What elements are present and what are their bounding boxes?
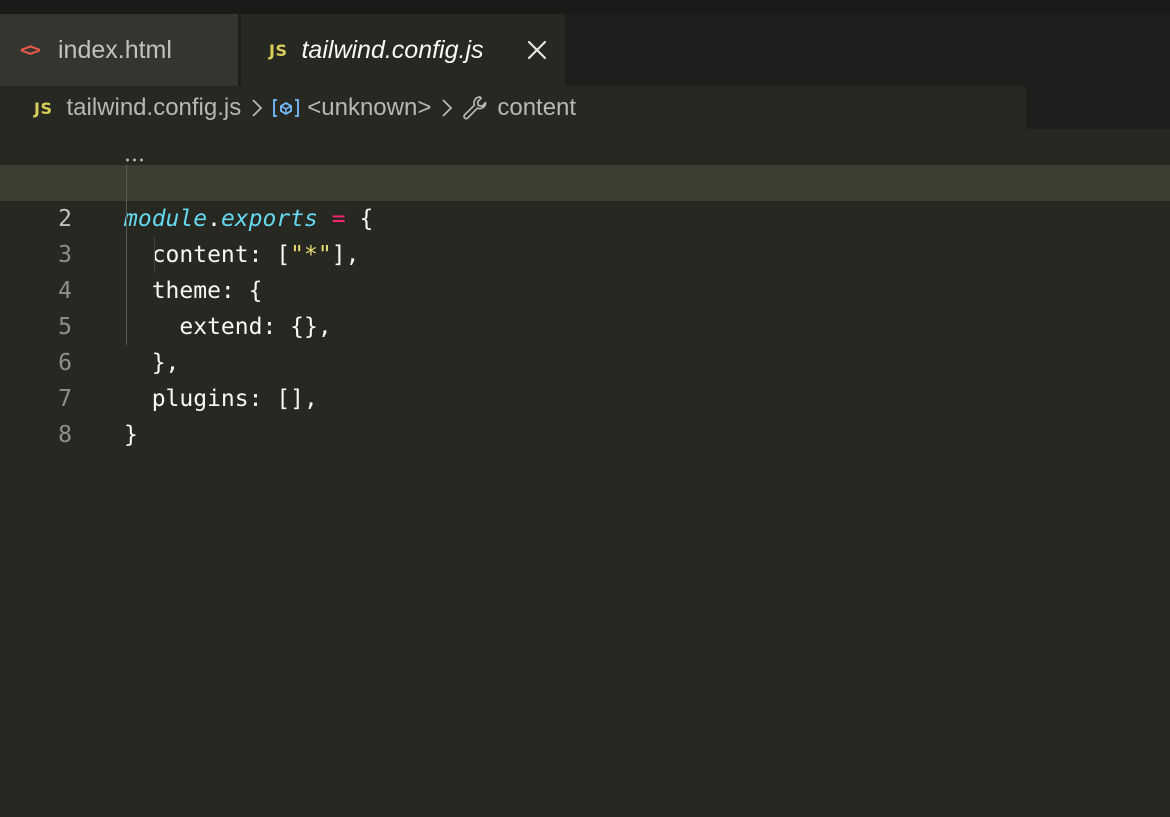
breadcrumb-property-label: content [497,94,577,121]
breadcrumb: JS tailwind.config.js <unknown> content [0,86,1026,130]
tab-tailwind-config[interactable]: JS tailwind.config.js [241,14,565,86]
js-file-icon: JS [269,40,288,60]
tab-index-html[interactable]: <> index.html [0,14,238,86]
code-line-6: 6 plugins: [], [0,309,1170,412]
editor-window: <> index.html JS tailwind.config.js JS t… [0,0,1170,817]
symbol-variable-icon [271,97,301,119]
code-line-1: 1 module.exports = { [0,129,1170,232]
code-line-5: 5 }, [0,273,1170,376]
tab-label: tailwind.config.js [301,35,484,64]
line-number: 8 [58,422,72,448]
title-strip [0,0,1170,14]
breadcrumb-symbol[interactable]: <unknown> [271,94,431,122]
close-icon [527,40,547,60]
tab-bar: <> index.html JS tailwind.config.js [0,0,1170,86]
suggestion-dots [124,158,146,162]
breadcrumb-symbol-label: <unknown> [307,94,432,121]
code-line-2: 2 content: ["*"], [0,165,1170,268]
chevron-right-icon [441,97,453,119]
code-line-3: 3 theme: { [0,201,1170,304]
code-line-4: 4 extend: {}, [0,237,1170,340]
indent-guide [154,237,155,273]
indent-guide [126,165,127,345]
line-code: } [124,422,138,448]
close-tab-button[interactable] [523,36,551,64]
tab-label: index.html [58,35,172,64]
html-file-icon: <> [20,39,41,61]
code-line-8: 8 [0,381,1170,448]
breadcrumb-file-label: tailwind.config.js [66,94,242,121]
code-editor[interactable]: 1 module.exports = { 2 content: ["*"], 3… [0,129,1170,817]
code-line-7: 7 } [0,345,1170,448]
breadcrumb-edge [1026,86,1170,129]
chevron-right-icon [251,97,263,119]
wrench-icon [461,94,489,122]
breadcrumb-file[interactable]: JS tailwind.config.js [34,94,241,122]
breadcrumb-property[interactable]: content [461,94,576,122]
js-file-icon: JS [34,98,53,118]
